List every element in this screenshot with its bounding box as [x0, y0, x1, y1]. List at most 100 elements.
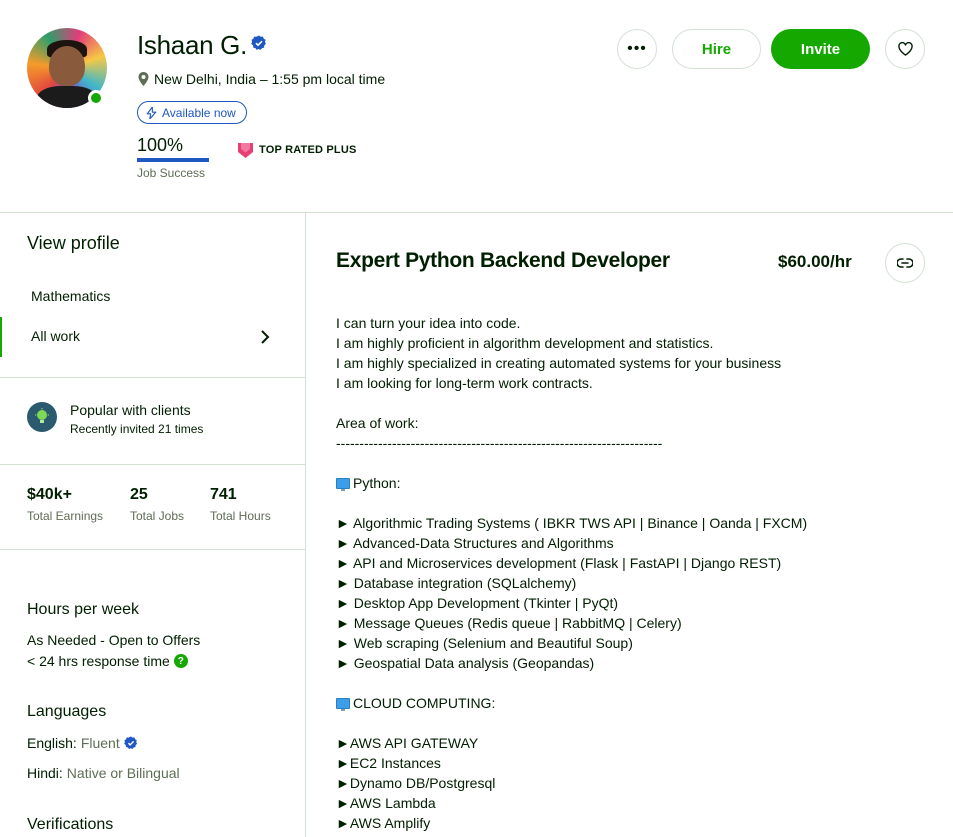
response-time-value: < 24 hrs response time — [27, 653, 170, 669]
sidebar-divider — [0, 549, 305, 550]
language-hindi: Hindi: Native or Bilingual — [27, 765, 180, 781]
profile-description: I can turn your idea into code. I am high… — [336, 313, 936, 833]
sidebar: View profile Mathematics All work Popula… — [0, 213, 305, 837]
language-english: English: Fluent — [27, 735, 138, 751]
description-text: ►AWS Amplify — [336, 815, 431, 831]
top-rated-plus-text: TOP RATED PLUS — [259, 144, 357, 156]
heart-icon — [897, 42, 913, 56]
languages-heading: Languages — [27, 703, 107, 720]
description-text: ► Web scraping (Selenium and Beautiful S… — [336, 635, 633, 651]
description-text: ----------------------------------------… — [336, 435, 663, 451]
availability-text: Available now — [162, 105, 236, 120]
language-name: English: — [27, 735, 77, 751]
description-text: I am looking for long-term work contract… — [336, 375, 593, 391]
stat-total-jobs: 25 Total Jobs — [130, 486, 184, 523]
active-item-indicator — [0, 317, 2, 357]
top-rated-plus-icon — [238, 143, 253, 158]
availability-line: As Needed - Open to Offers — [27, 632, 200, 648]
description-line: ►EC2 Instances — [336, 753, 936, 773]
description-line: Area of work: — [336, 413, 936, 433]
description-line: CLOUD COMPUTING: — [336, 693, 936, 713]
language-name: Hindi: — [27, 765, 63, 781]
description-text: CLOUD COMPUTING: — [353, 695, 496, 711]
location-text: New Delhi, India – 1:55 pm local time — [154, 71, 386, 87]
stat-total-hours: 741 Total Hours — [210, 486, 271, 523]
stat-total-earnings: $40k+ Total Earnings — [27, 486, 103, 523]
description-text: Python: — [353, 475, 401, 491]
location-pin-icon — [138, 72, 149, 86]
stat-value: 25 — [130, 486, 148, 503]
link-icon — [897, 258, 913, 268]
stat-label: Total Jobs — [130, 509, 185, 523]
stat-label: Total Hours — [210, 509, 271, 523]
stat-value: $40k+ — [27, 486, 72, 503]
more-options-button[interactable]: ••• — [617, 29, 657, 69]
lightbulb-icon — [27, 402, 57, 432]
hire-button[interactable]: Hire — [672, 29, 761, 69]
description-text: Area of work: — [336, 415, 419, 431]
language-level: Native or Bilingual — [66, 765, 180, 781]
sidebar-divider — [0, 377, 305, 378]
computer-monitor-icon — [336, 478, 350, 491]
description-line — [336, 713, 936, 733]
description-line: I can turn your idea into code. — [336, 313, 936, 333]
job-success-bar — [137, 158, 209, 162]
invite-button[interactable]: Invite — [771, 29, 870, 69]
description-line: Python: — [336, 473, 936, 493]
lightning-icon — [146, 106, 157, 119]
description-line: ► Geospatial Data analysis (Geopandas) — [336, 653, 936, 673]
description-line: ► API and Microservices development (Fla… — [336, 553, 936, 573]
avatar-face — [49, 46, 85, 86]
verified-badge-icon — [251, 35, 266, 50]
copy-link-button[interactable] — [885, 243, 925, 283]
verified-check-icon — [123, 736, 137, 750]
description-text: ► Database integration (SQLalchemy) — [336, 575, 577, 591]
availability-badge[interactable]: Available now — [137, 101, 247, 124]
description-text: ►EC2 Instances — [336, 755, 441, 771]
main-content: Expert Python Backend Developer $60.00/h… — [306, 213, 953, 837]
description-line — [336, 493, 936, 513]
description-text: ►AWS Lambda — [336, 795, 436, 811]
online-status-dot — [88, 90, 104, 106]
profile-title: Expert Python Backend Developer — [336, 249, 670, 272]
description-line: ►Dynamo DB/Postgresql — [336, 773, 936, 793]
popular-with-clients-subtitle: Recently invited 21 times — [70, 422, 204, 436]
description-line — [336, 453, 936, 473]
description-line: ► Database integration (SQLalchemy) — [336, 573, 936, 593]
description-line: ► Algorithmic Trading Systems ( IBKR TWS… — [336, 513, 936, 533]
description-line: ► Message Queues (Redis queue | RabbitMQ… — [336, 613, 936, 633]
job-success: 100% Job Success — [137, 135, 209, 180]
save-favorite-button[interactable] — [885, 29, 925, 69]
chevron-right-icon[interactable] — [260, 329, 270, 345]
description-line: ►AWS Lambda — [336, 793, 936, 813]
description-line: ► Advanced-Data Structures and Algorithm… — [336, 533, 936, 553]
top-rated-plus-badge: TOP RATED PLUS — [238, 142, 357, 158]
description-line: I am highly proficient in algorithm deve… — [336, 333, 936, 353]
description-text: ► Advanced-Data Structures and Algorithm… — [336, 535, 614, 551]
job-success-label: Job Success — [137, 166, 206, 180]
sidebar-item-mathematics[interactable]: Mathematics — [31, 288, 110, 304]
description-line: I am highly specialized in creating auto… — [336, 353, 936, 373]
job-success-value: 100% — [137, 135, 184, 155]
language-level: Fluent — [80, 735, 120, 751]
response-time-line: < 24 hrs response time ? — [27, 653, 188, 669]
description-line: I am looking for long-term work contract… — [336, 373, 936, 393]
description-line: ►AWS API GATEWAY — [336, 733, 936, 753]
availability-value: As Needed - Open to Offers — [27, 632, 201, 648]
help-icon[interactable]: ? — [173, 654, 188, 668]
description-line — [336, 393, 936, 413]
description-line: ► Desktop App Development (Tkinter | PyQ… — [336, 593, 936, 613]
description-text: ►AWS API GATEWAY — [336, 735, 479, 751]
description-text: ► Geospatial Data analysis (Geopandas) — [336, 655, 595, 671]
computer-monitor-icon — [336, 698, 350, 711]
sidebar-divider — [0, 464, 305, 465]
sidebar-item-all-work[interactable]: All work — [31, 328, 80, 344]
hourly-rate: $60.00/hr — [778, 252, 852, 271]
description-text: I am highly proficient in algorithm deve… — [336, 335, 714, 351]
stat-value: 741 — [210, 486, 237, 503]
description-text: ► Algorithmic Trading Systems ( IBKR TWS… — [336, 515, 808, 531]
location: New Delhi, India – 1:55 pm local time — [137, 71, 385, 87]
verifications-heading: Verifications — [27, 816, 114, 833]
popular-with-clients-title: Popular with clients — [70, 402, 191, 418]
profile-header: Ishaan G. New Delhi, India – 1:55 pm loc… — [0, 0, 953, 212]
